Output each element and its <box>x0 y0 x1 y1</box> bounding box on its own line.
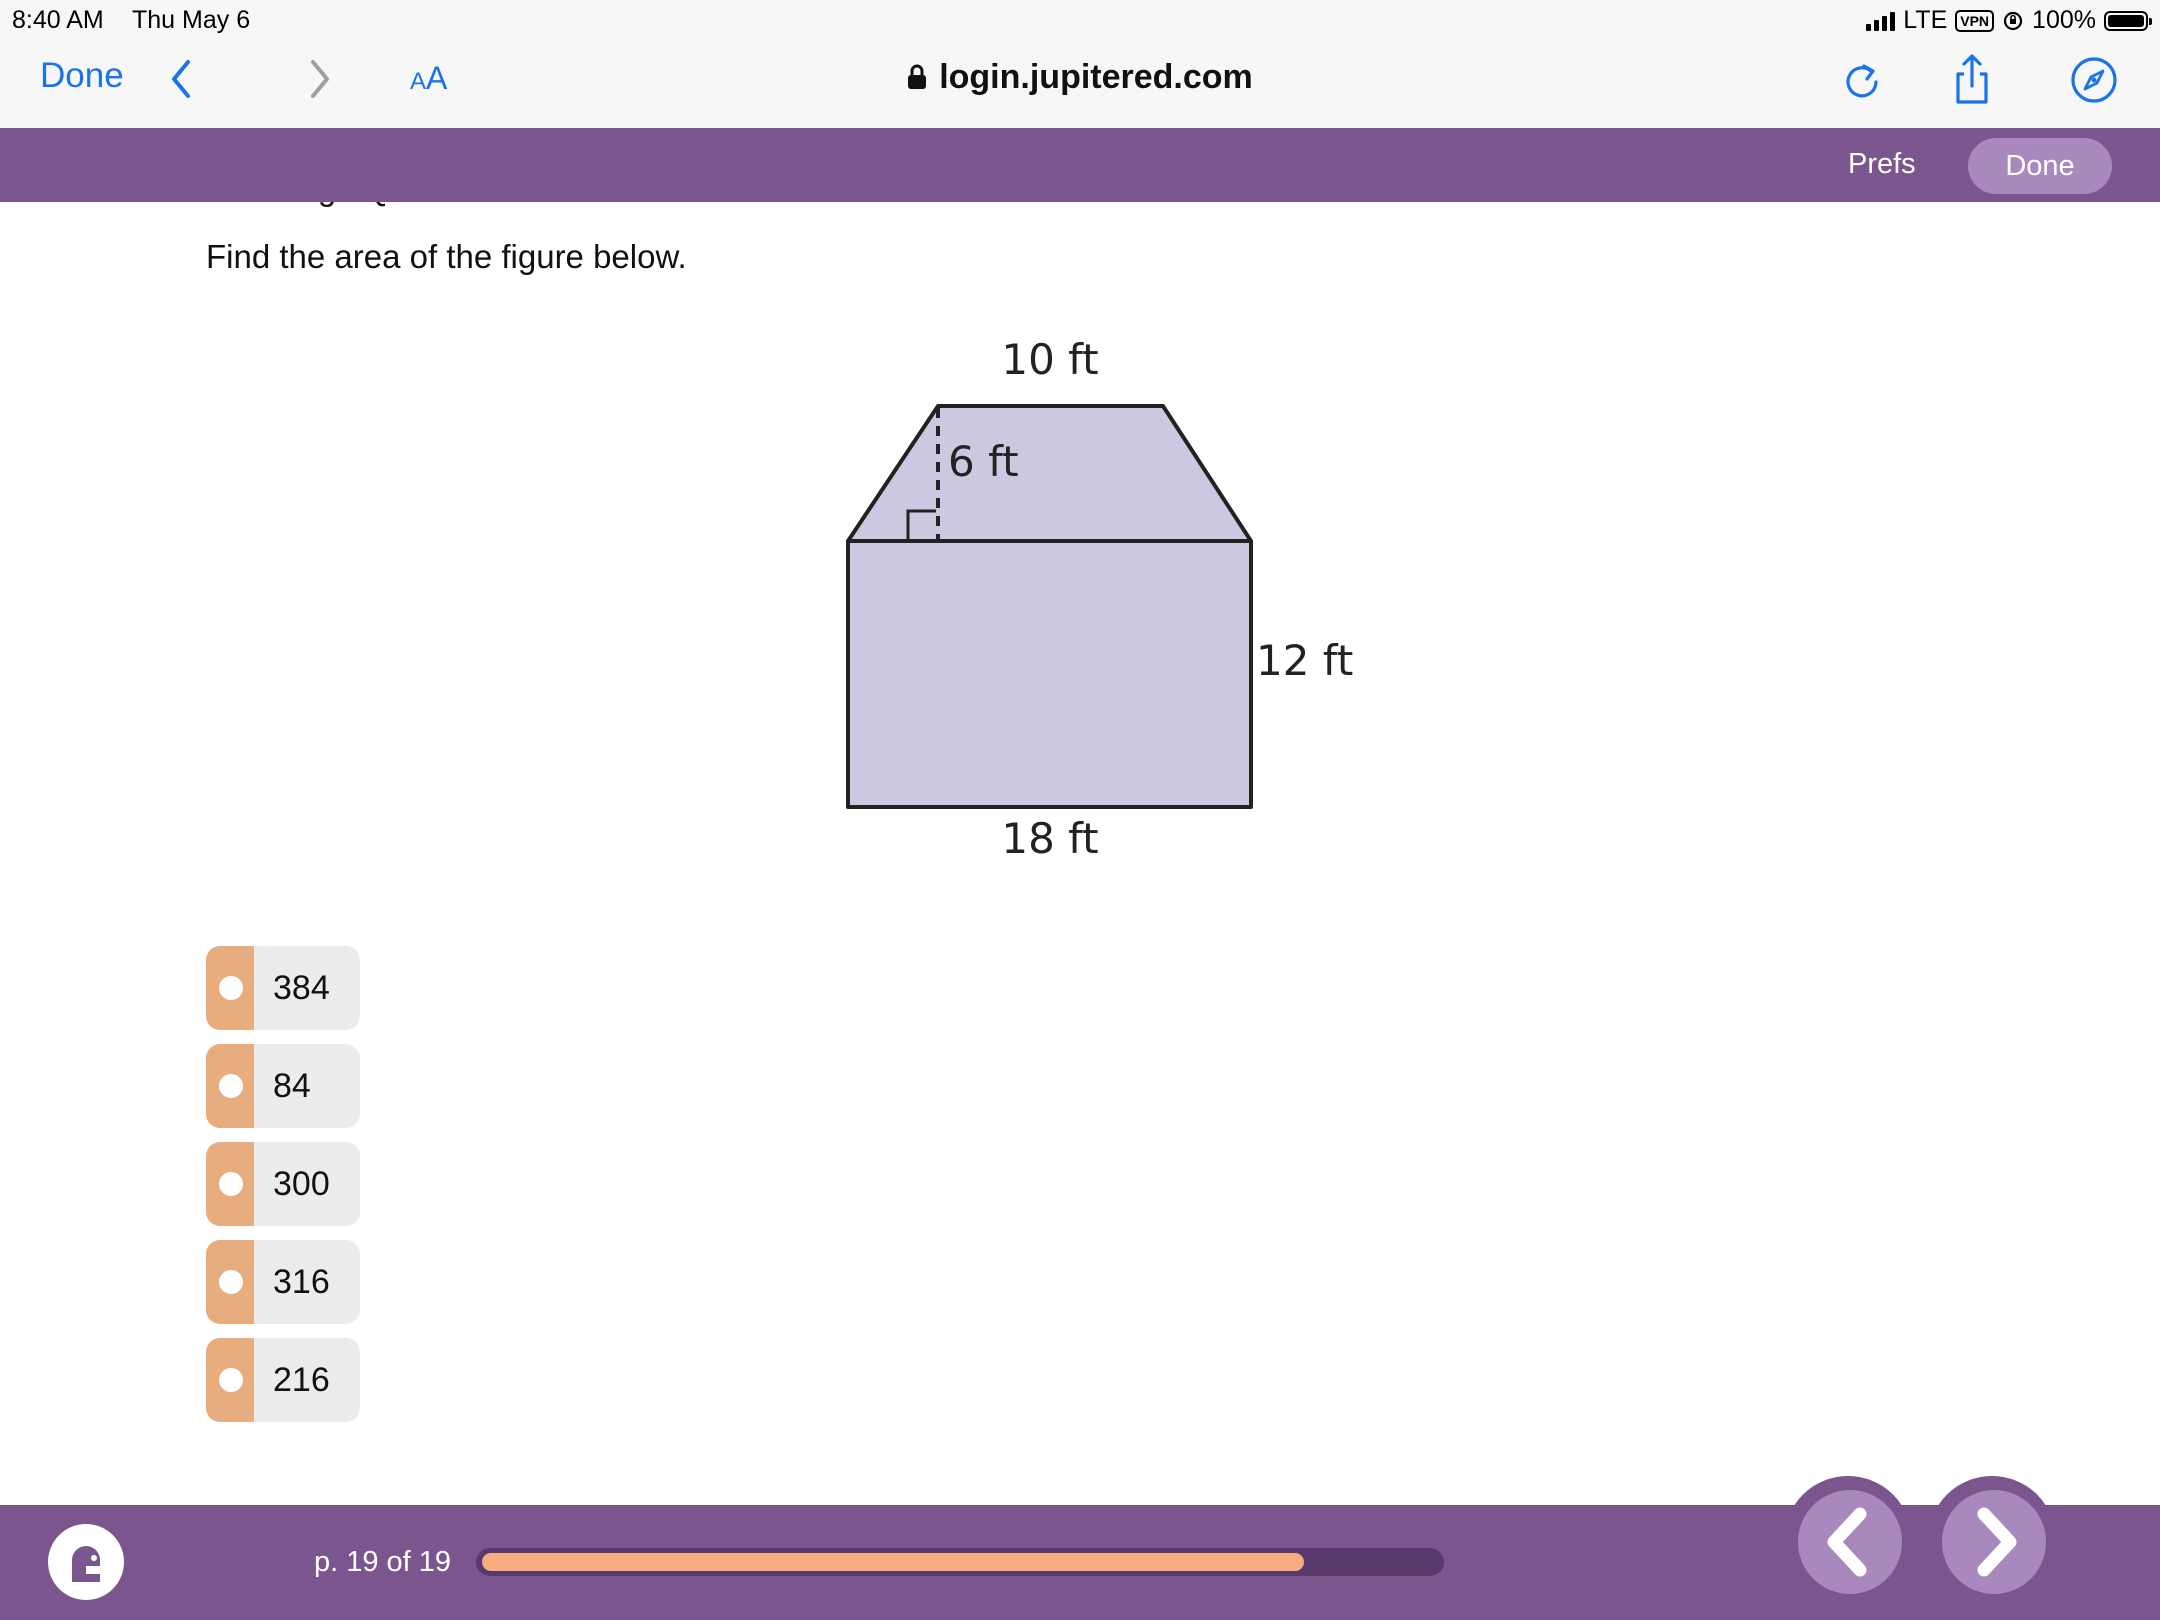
progress-fill <box>482 1553 1304 1571</box>
radio-dot-icon <box>219 1172 243 1196</box>
browser-toolbar: Done AA login.jupitered.com <box>0 42 2160 129</box>
vpn-badge: VPN <box>1955 9 1995 32</box>
status-date: Thu May 6 <box>132 6 251 34</box>
answer-option[interactable]: 84 <box>206 1044 360 1128</box>
answer-option[interactable]: 216 <box>206 1338 360 1422</box>
answer-option[interactable]: 300 <box>206 1142 360 1226</box>
progress-bar <box>476 1548 1444 1576</box>
option-radio-tab[interactable] <box>206 1044 254 1128</box>
lock-icon <box>908 64 927 89</box>
network-label: LTE <box>1903 6 1948 34</box>
radio-dot-icon <box>219 1368 243 1392</box>
share-icon[interactable] <box>1944 52 2000 108</box>
battery-percent: 100% <box>2032 6 2096 34</box>
top-length-label: 10 ft <box>1001 335 1098 384</box>
next-page-button[interactable] <box>1928 1476 2056 1604</box>
jupiter-logo-icon <box>72 1546 100 1582</box>
option-label: 300 <box>273 1165 330 1203</box>
status-bar: 8:40 AM Thu May 6 LTE VPN 100% <box>0 0 2160 42</box>
prefs-button[interactable]: Prefs <box>1848 148 1916 181</box>
chevron-right-icon <box>1977 1507 2017 1577</box>
geometry-figure: 10 ft 6 ft 12 ft 18 ft <box>846 335 1353 863</box>
radio-dot-icon <box>219 1074 243 1098</box>
side-length-label: 12 ft <box>1256 636 1353 685</box>
radio-dot-icon <box>219 1270 243 1294</box>
bottom-length-label: 18 ft <box>1001 814 1098 863</box>
signal-icon <box>1866 11 1896 31</box>
app-logo-icon[interactable] <box>48 1524 124 1600</box>
option-label: 216 <box>273 1361 330 1399</box>
option-radio-tab[interactable] <box>206 1240 254 1324</box>
figure-shape <box>848 406 1251 807</box>
orientation-lock-icon <box>2003 11 2023 30</box>
battery-icon <box>2104 10 2152 31</box>
chevron-left-icon <box>1827 1507 1867 1577</box>
option-radio-tab[interactable] <box>206 1142 254 1226</box>
app-header: Prefs Done <box>0 128 2160 202</box>
question-text: Find the area of the figure below. <box>206 238 687 275</box>
answer-option[interactable]: 316 <box>206 1240 360 1324</box>
done-button[interactable]: Done <box>1968 138 2112 194</box>
url-text: login.jupitered.com <box>939 58 1253 96</box>
height-label: 6 ft <box>948 437 1019 486</box>
option-radio-tab[interactable] <box>206 1338 254 1422</box>
answer-option[interactable]: 384 <box>206 946 360 1030</box>
option-label: 84 <box>273 1067 311 1105</box>
status-indicators: LTE VPN 100% <box>1866 6 2152 35</box>
reload-icon[interactable] <box>1834 52 1890 108</box>
radio-dot-icon <box>219 976 243 1000</box>
prev-page-button[interactable] <box>1784 1476 1912 1604</box>
compass-icon[interactable] <box>2066 52 2122 108</box>
page-indicator: p. 19 of 19 <box>314 1546 452 1578</box>
status-time: 8:40 AM <box>12 6 104 34</box>
option-label: 316 <box>273 1263 330 1301</box>
option-label: 384 <box>273 969 330 1007</box>
option-radio-tab[interactable] <box>206 946 254 1030</box>
